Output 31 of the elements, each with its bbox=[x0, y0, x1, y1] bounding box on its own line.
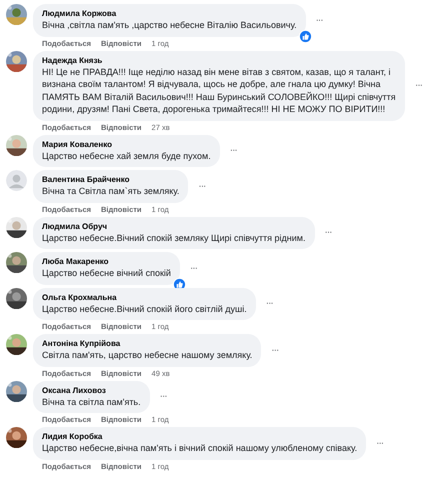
comment-text: Вічна ,світла пам'ять ,царство небесне Віталію Васильовичу. bbox=[42, 19, 297, 32]
commenter-name[interactable]: Лидия Коробка bbox=[42, 431, 358, 442]
commenter-name[interactable]: Оксана Лиховоз bbox=[42, 384, 141, 396]
commenter-name[interactable]: Антоніна Купрійова bbox=[42, 338, 252, 349]
more-options-button[interactable]: ··· bbox=[316, 14, 323, 26]
comment-text: Царство небесне,вічна пам'ять і вічний спокій нашому улюбленому співаку. bbox=[42, 442, 358, 454]
commenter-name[interactable]: Валентина Брайченко bbox=[42, 174, 180, 185]
more-options-button[interactable]: ··· bbox=[324, 227, 332, 238]
comment-text: НІ! Це не ПРАВДА!!! Іще неділю назад він мене вітав з святом, казав, що я талант, і визнана своїм талантом! Я відчувала, щось не добре, але гнала цю думку! Вічна ПАМЯТЬ ВАМ Віталій Васильович!!! Наш Буринський СОЛОВЕЙКО!!! Щирі співчуття родини, друзям! Пані Света, дорогенька тримайтеся!!! НІ НЕ МОЖУ ПО ВІРИТИ!!! bbox=[42, 66, 396, 116]
commenter-name[interactable]: Ольга Крохмальна bbox=[42, 292, 247, 302]
more-options-button[interactable]: ··· bbox=[415, 80, 422, 91]
more-options-button[interactable]: ··· bbox=[376, 438, 384, 449]
commenter-name[interactable]: Мария Коваленко bbox=[42, 138, 211, 150]
comment-text: Царство небесне хай земля буде пухом. bbox=[42, 150, 211, 162]
comment-text: Світла пам'ять, царство небесне нашому земляку. bbox=[42, 349, 252, 362]
comment-text: Царство небесне.Вічний спокій земляку Щирі співчуття рідним. bbox=[42, 232, 306, 244]
comment-text: Царство небесне.Вічний спокій його світлій душі. bbox=[42, 302, 247, 315]
more-options-button[interactable]: ··· bbox=[160, 391, 167, 402]
more-options-button[interactable]: ··· bbox=[198, 180, 206, 192]
comment-text: Вічна та Світла пам`ять земляку. bbox=[42, 185, 180, 198]
commenter-name[interactable]: Надежда Князь bbox=[42, 54, 396, 66]
more-options-button[interactable]: ··· bbox=[190, 262, 197, 274]
more-options-button[interactable]: ··· bbox=[266, 298, 273, 310]
comment-text: Вічна та світла пам'ять. bbox=[42, 396, 141, 408]
more-options-button[interactable]: ··· bbox=[230, 145, 237, 156]
comment-text: Царство небесне вічний спокій bbox=[42, 267, 171, 280]
commenter-name[interactable]: Люба Макаренко bbox=[42, 256, 171, 267]
commenter-name[interactable]: Людмила Коржова bbox=[42, 8, 297, 19]
more-options-button[interactable]: ··· bbox=[271, 344, 278, 356]
commenter-name[interactable]: Людмила Обруч bbox=[42, 220, 306, 232]
like-icon[interactable] bbox=[298, 30, 312, 42]
